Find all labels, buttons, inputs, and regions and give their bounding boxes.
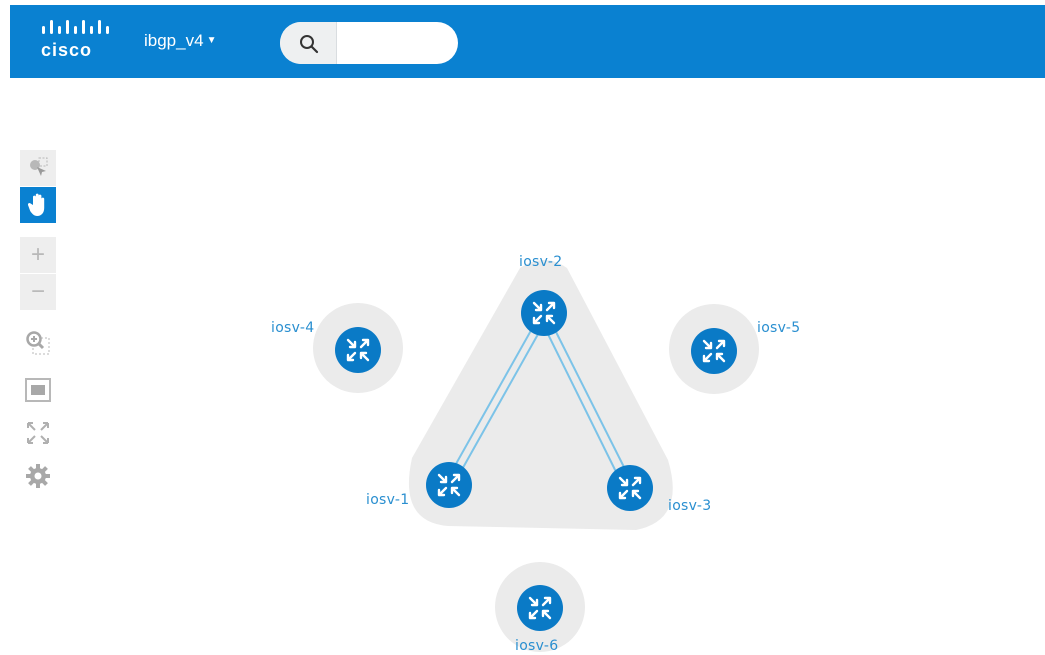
topology-canvas[interactable]: iosv-2 iosv-4 iosv-5 iosv-1 iosv-3 iosv-… xyxy=(0,0,1045,655)
router-icon[interactable] xyxy=(519,288,569,338)
node-label-iosv-1: iosv-1 xyxy=(366,492,410,508)
router-icon[interactable] xyxy=(605,463,655,513)
node-label-iosv-3: iosv-3 xyxy=(668,498,712,514)
router-icon[interactable] xyxy=(424,460,474,510)
node-label-iosv-2: iosv-2 xyxy=(519,254,563,270)
router-icon[interactable] xyxy=(689,326,739,376)
node-label-iosv-5: iosv-5 xyxy=(757,320,801,336)
node-label-iosv-4: iosv-4 xyxy=(271,320,315,336)
topology-graph xyxy=(313,260,759,652)
router-icon[interactable] xyxy=(515,583,565,633)
node-label-iosv-6: iosv-6 xyxy=(515,638,559,654)
router-icon[interactable] xyxy=(333,325,383,375)
